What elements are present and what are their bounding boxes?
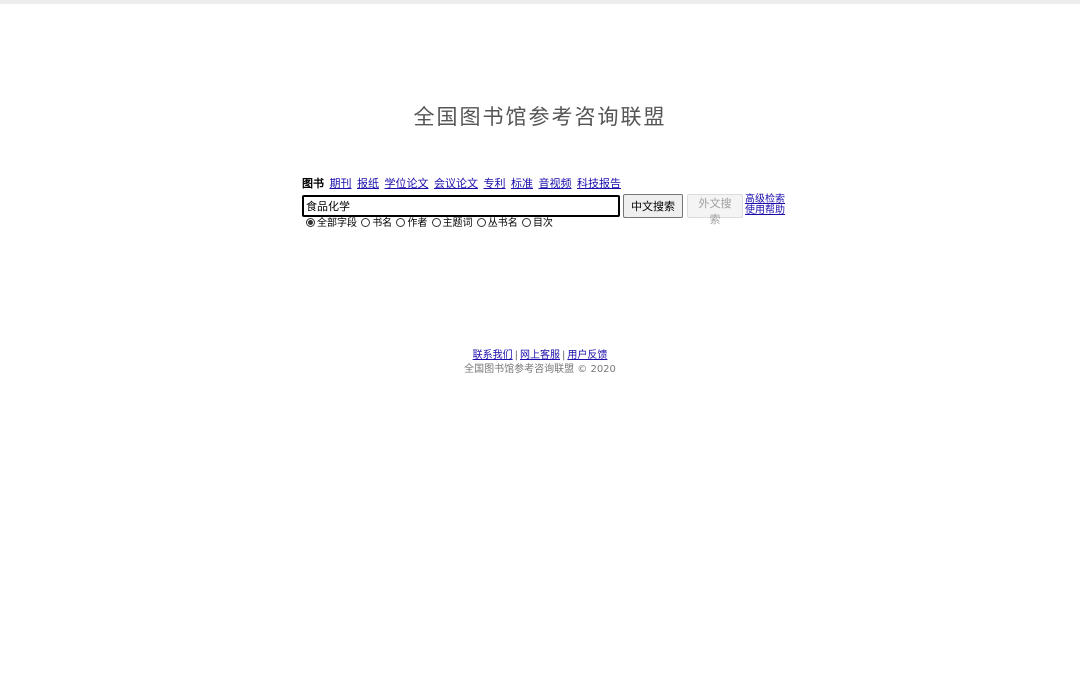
radio-icon[interactable] xyxy=(361,218,371,227)
side-links: 高级检索 使用帮助 xyxy=(745,194,785,216)
radio-checked-icon[interactable] xyxy=(306,218,315,227)
footer-separator: | xyxy=(514,350,518,361)
tab-conference-papers[interactable]: 会议论文 xyxy=(434,177,478,190)
user-feedback-link[interactable]: 用户反馈 xyxy=(567,350,607,361)
footer: 联系我们 | 网上客服 | 用户反馈 全国图书馆参考咨询联盟 © 2020 xyxy=(0,349,1080,377)
advanced-search-link[interactable]: 高级检索 xyxy=(745,194,785,205)
radio-icon[interactable] xyxy=(431,218,441,227)
radio-icon[interactable] xyxy=(476,218,486,227)
site-logo-title: 全国图书馆参考咨询联盟 xyxy=(413,105,667,129)
browser-top-bar xyxy=(0,0,1080,4)
footer-separator: | xyxy=(562,350,566,361)
chinese-search-button[interactable]: 中文搜索 xyxy=(623,194,683,218)
search-input[interactable] xyxy=(302,195,620,217)
tab-theses[interactable]: 学位论文 xyxy=(385,177,429,190)
radio-icon[interactable] xyxy=(521,218,531,227)
contact-us-link[interactable]: 联系我们 xyxy=(473,350,513,361)
tab-audio-video[interactable]: 音视频 xyxy=(539,177,572,190)
tab-standards[interactable]: 标准 xyxy=(511,177,533,190)
category-tabs: 图书 期刊 报纸 学位论文 会议论文 专利 标准 音视频 科技报告 xyxy=(302,177,802,192)
radio-icon[interactable] xyxy=(396,218,406,227)
copyright-text: 全国图书馆参考咨询联盟 © 2020 xyxy=(464,364,616,375)
tab-newspapers[interactable]: 报纸 xyxy=(357,177,379,190)
footer-links: 联系我们 | 网上客服 | 用户反馈 xyxy=(0,349,1080,363)
tab-tech-reports[interactable]: 科技报告 xyxy=(577,177,621,190)
tab-books[interactable]: 图书 xyxy=(302,177,324,190)
tab-journals[interactable]: 期刊 xyxy=(330,177,352,190)
online-service-link[interactable]: 网上客服 xyxy=(520,350,560,361)
search-row: 中文搜索 外文搜索 高级检索 使用帮助 xyxy=(302,194,802,226)
tab-patents[interactable]: 专利 xyxy=(484,177,506,190)
help-link[interactable]: 使用帮助 xyxy=(745,205,785,216)
search-panel: 图书 期刊 报纸 学位论文 会议论文 专利 标准 音视频 科技报告 中文搜索 外… xyxy=(302,177,802,231)
foreign-search-button[interactable]: 外文搜索 xyxy=(687,194,743,226)
